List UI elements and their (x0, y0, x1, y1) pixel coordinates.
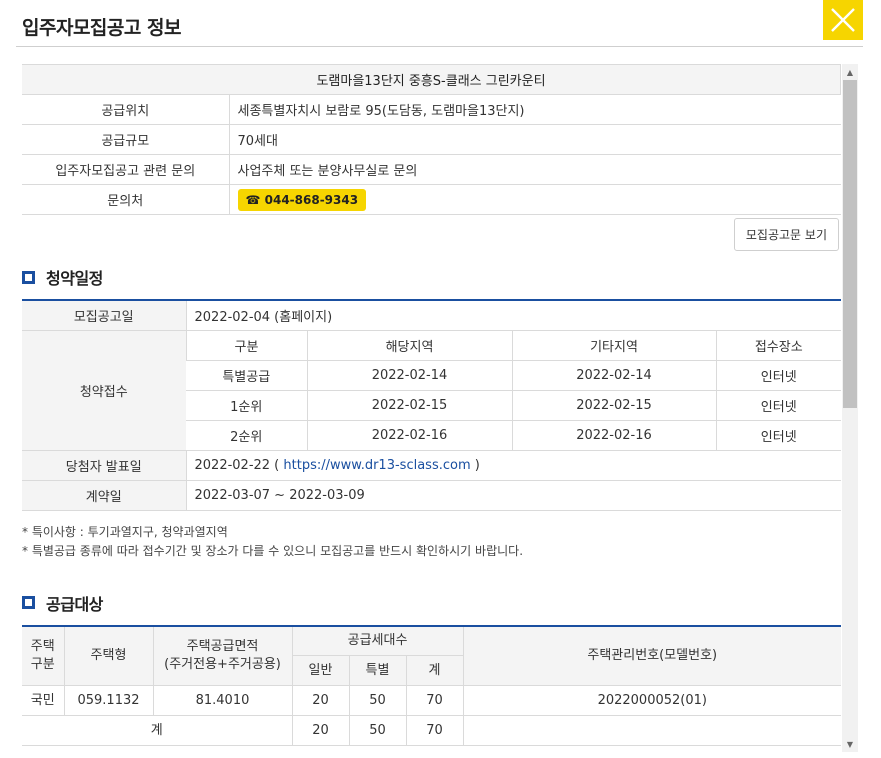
schedule-local: 2022-02-16 (306, 419, 512, 451)
supply-table: 주택 구분 주택형 주택공급면적 (주거전용+주거공용) 공급세대수 주택관리번… (22, 624, 841, 746)
sum-special: 50 (348, 715, 407, 746)
header-units: 공급세대수 (291, 625, 464, 656)
modal-title: 입주자모집공고 정보 (22, 17, 181, 39)
schedule-type: 2순위 (186, 419, 307, 451)
complex-name: 도램마을13단지 중흥S-클래스 그린카운티 (22, 64, 841, 95)
schedule-heading-text: 청약일정 (46, 269, 103, 288)
section-square-icon (22, 270, 35, 284)
schedule-other: 2022-02-15 (511, 389, 716, 421)
info-value: 70세대 (229, 124, 841, 155)
info-value: 사업주체 또는 분양사무실로 문의 (229, 154, 841, 185)
schedule-other: 2022-02-16 (511, 419, 716, 451)
notes: * 특이사항 : 투기과열지구, 청약과열지역 * 특별공급 종류에 따라 접수… (22, 511, 841, 561)
scrollbar[interactable]: ▲ ▼ (842, 64, 858, 752)
cell-type: 059.1132 (63, 685, 154, 716)
sum-total: 70 (405, 715, 464, 746)
info-label: 공급규모 (22, 124, 230, 155)
winner-link[interactable]: https://www.dr13-sclass.com (283, 458, 470, 473)
info-label: 입주자모집공고 관련 문의 (22, 154, 230, 185)
header-area: 주택공급면적 (주거전용+주거공용) (152, 625, 293, 686)
schedule-local: 2022-02-14 (306, 359, 512, 391)
close-button[interactable] (823, 0, 863, 40)
schedule-place: 인터넷 (715, 359, 841, 391)
scroll-thumb[interactable] (843, 80, 857, 408)
section-square-icon (22, 596, 35, 609)
announce-value: 2022-02-04 (홈페이지) (185, 299, 841, 331)
scroll-up-arrow-icon[interactable]: ▲ (842, 64, 858, 80)
header-total: 계 (405, 655, 464, 686)
supply-heading: 공급대상 (22, 591, 841, 615)
note-line: * 특별공급 종류에 따라 접수기간 및 장소가 다를 수 있으니 모집공고를 … (22, 543, 524, 558)
schedule-other: 2022-02-14 (511, 359, 716, 391)
sum-label: 계 (22, 715, 293, 746)
contract-value: 2022-03-07 ~ 2022-03-09 (185, 479, 841, 511)
col-header: 해당지역 (306, 329, 512, 361)
sum-row: 계 20 50 70 (22, 715, 841, 746)
cell-mgmt: 2022000052(01) (462, 685, 841, 716)
header-special: 특별 (348, 655, 407, 686)
schedule-type: 1순위 (186, 389, 307, 421)
col-header: 접수장소 (715, 329, 841, 361)
winner-date: 2022-02-22 ( (194, 457, 280, 473)
cell-special: 50 (348, 685, 407, 716)
header-house-type: 주택형 (63, 625, 154, 686)
header-general: 일반 (292, 655, 350, 686)
cell-general: 20 (291, 685, 350, 716)
info-value: 세종특별자치시 보람로 95(도담동, 도램마을13단지) (229, 94, 841, 125)
note-line: * 특이사항 : 투기과열지구, 청약과열지역 (22, 524, 228, 539)
cell-total: 70 (405, 685, 464, 716)
phone-badge[interactable]: ☎ 044-868-9343 (237, 188, 367, 211)
col-header: 구분 (185, 329, 307, 361)
close-icon (831, 8, 855, 32)
complex-info-table: 도램마을13단지 중흥S-클래스 그린카운티 공급위치 세종특별자치시 보람로 … (22, 64, 841, 215)
cell-kind: 국민 (22, 685, 65, 716)
info-label: 공급위치 (22, 94, 230, 125)
winner-close: ) (474, 457, 480, 473)
schedule-heading: 청약일정 (22, 265, 841, 289)
info-value: ☎ 044-868-9343 (229, 184, 841, 215)
modal-content: 도램마을13단지 중흥S-클래스 그린카운티 공급위치 세종특별자치시 보람로 … (22, 64, 841, 758)
apply-label: 청약접수 (22, 329, 186, 451)
table-row: 국민 059.1132 81.4010 20 50 70 2022000052(… (22, 685, 841, 716)
winner-label: 당첨자 발표일 (22, 449, 186, 481)
schedule-place: 인터넷 (715, 389, 841, 421)
announce-label: 모집공고일 (22, 299, 186, 331)
view-announcement-button[interactable]: 모집공고문 보기 (733, 218, 839, 251)
winner-value: 2022-02-22 ( https://www.dr13-sclass.com… (185, 449, 841, 481)
info-label: 문의처 (22, 184, 230, 215)
scroll-down-arrow-icon[interactable]: ▼ (842, 736, 858, 752)
header-house-kind: 주택 구분 (22, 625, 65, 686)
sum-general: 20 (291, 715, 350, 746)
schedule-type: 특별공급 (186, 359, 307, 391)
supply-heading-text: 공급대상 (46, 594, 103, 614)
schedule-table: 모집공고일 2022-02-04 (홈페이지) 청약접수 구분 해당지역 기타지… (22, 299, 841, 511)
cell-area: 81.4010 (152, 685, 293, 716)
contract-label: 계약일 (22, 479, 186, 511)
col-header: 기타지역 (511, 329, 716, 361)
header-divider (16, 46, 863, 47)
schedule-local: 2022-02-15 (306, 389, 512, 421)
sum-empty (462, 715, 841, 746)
header-mgmt: 주택관리번호(모델번호) (462, 625, 841, 686)
schedule-place: 인터넷 (715, 419, 841, 451)
